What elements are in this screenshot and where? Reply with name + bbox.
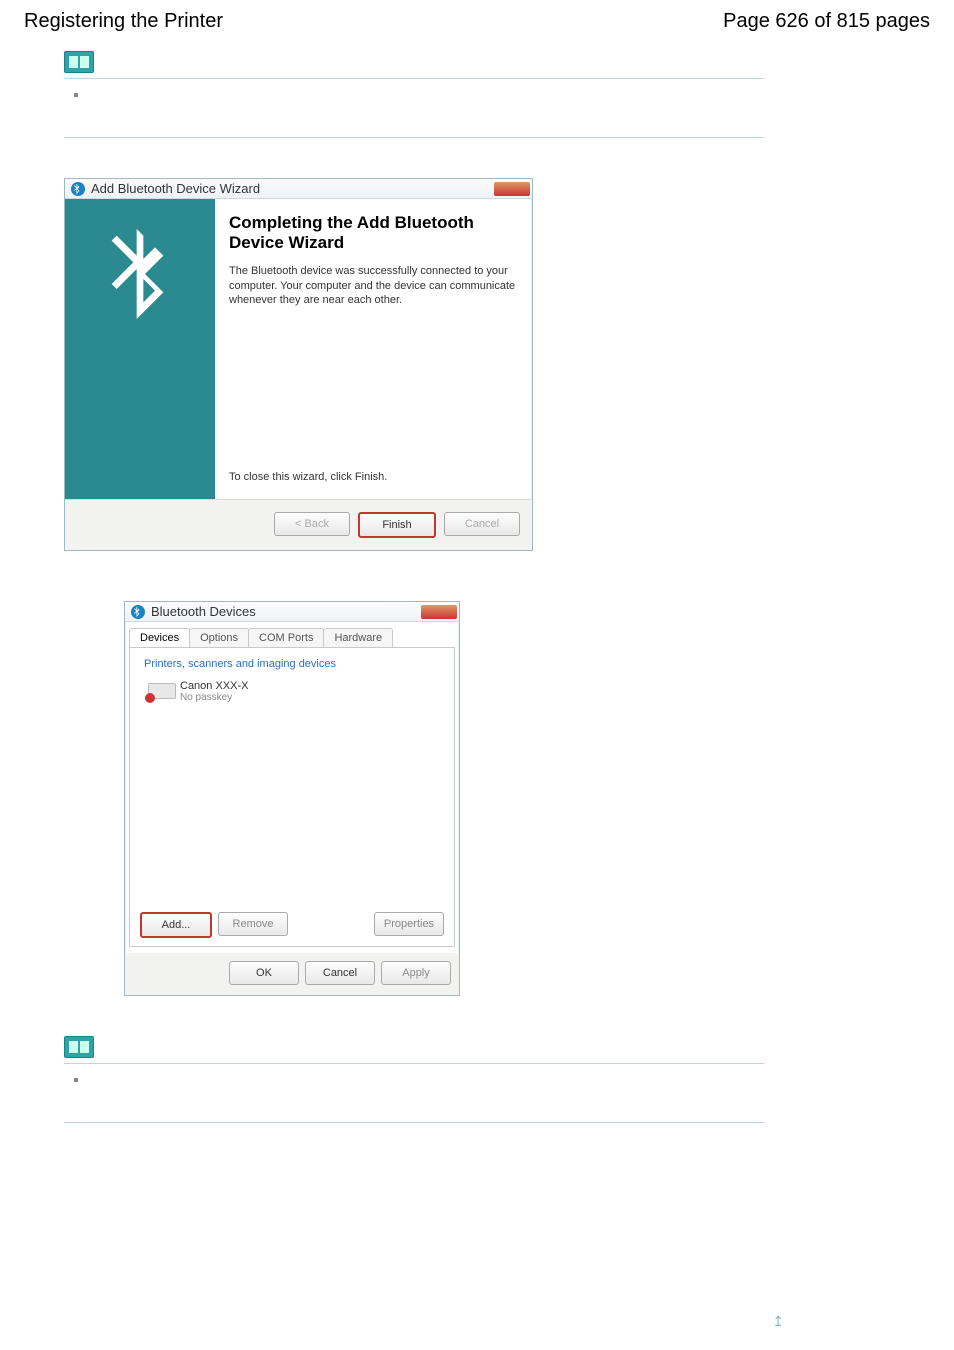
- tab-hardware[interactable]: Hardware: [323, 628, 393, 647]
- page-title: Registering the Printer: [24, 10, 223, 33]
- note-block-2: [64, 1036, 930, 1123]
- device-name: Canon XXX-X: [180, 680, 248, 692]
- divider: [64, 78, 764, 79]
- bullet-icon: [74, 1078, 78, 1082]
- cancel-button: Cancel: [444, 512, 520, 536]
- cancel-button[interactable]: Cancel: [305, 961, 375, 985]
- tab-com-ports[interactable]: COM Ports: [248, 628, 324, 647]
- wizard-close-hint: To close this wizard, click Finish.: [229, 470, 516, 485]
- back-button: < Back: [274, 512, 350, 536]
- ok-button[interactable]: OK: [229, 961, 299, 985]
- wizard-title: Add Bluetooth Device Wizard: [91, 181, 260, 196]
- bluetooth-icon: [71, 182, 85, 196]
- device-subtext: No passkey: [180, 692, 248, 703]
- bluetooth-icon: [131, 605, 145, 619]
- note-icon: [64, 1036, 94, 1058]
- add-button[interactable]: Add...: [140, 912, 212, 938]
- bluetooth-logo-icon: [105, 219, 175, 319]
- wizard-paragraph: The Bluetooth device was successfully co…: [229, 264, 516, 309]
- devices-title: Bluetooth Devices: [151, 604, 256, 619]
- devices-titlebar[interactable]: Bluetooth Devices: [125, 602, 459, 622]
- close-icon[interactable]: [494, 182, 530, 196]
- wizard-sidebar: [65, 199, 215, 499]
- printer-icon: [148, 683, 174, 701]
- bullet-icon: [74, 93, 78, 97]
- device-group-label: Printers, scanners and imaging devices: [144, 658, 444, 670]
- close-icon[interactable]: [421, 605, 457, 619]
- wizard-dialog: Add Bluetooth Device Wizard Completing t…: [64, 178, 533, 551]
- page-pagination: Page 626 of 815 pages: [723, 10, 930, 33]
- wizard-footer: < Back Finish Cancel: [65, 499, 532, 550]
- properties-button: Properties: [374, 912, 444, 936]
- tab-options[interactable]: Options: [189, 628, 249, 647]
- device-list-item[interactable]: Canon XXX-X No passkey: [148, 680, 444, 703]
- tab-devices[interactable]: Devices: [129, 628, 190, 647]
- finish-button[interactable]: Finish: [358, 512, 436, 538]
- apply-button: Apply: [381, 961, 451, 985]
- wizard-titlebar[interactable]: Add Bluetooth Device Wizard: [65, 179, 532, 199]
- devices-tab-body: Printers, scanners and imaging devices C…: [129, 647, 455, 947]
- devices-dialog: Bluetooth Devices Devices Options COM Po…: [124, 601, 460, 996]
- remove-button: Remove: [218, 912, 288, 936]
- wizard-heading: Completing the Add Bluetooth Device Wiza…: [229, 213, 516, 254]
- divider: [64, 137, 764, 138]
- tab-strip: Devices Options COM Ports Hardware: [129, 628, 459, 647]
- note-block-1: [64, 51, 930, 138]
- devices-footer: OK Cancel Apply: [125, 953, 459, 995]
- note-icon: [64, 51, 94, 73]
- page-top-icon[interactable]: ↥: [772, 1313, 784, 1330]
- divider: [64, 1063, 764, 1064]
- divider: [64, 1122, 764, 1123]
